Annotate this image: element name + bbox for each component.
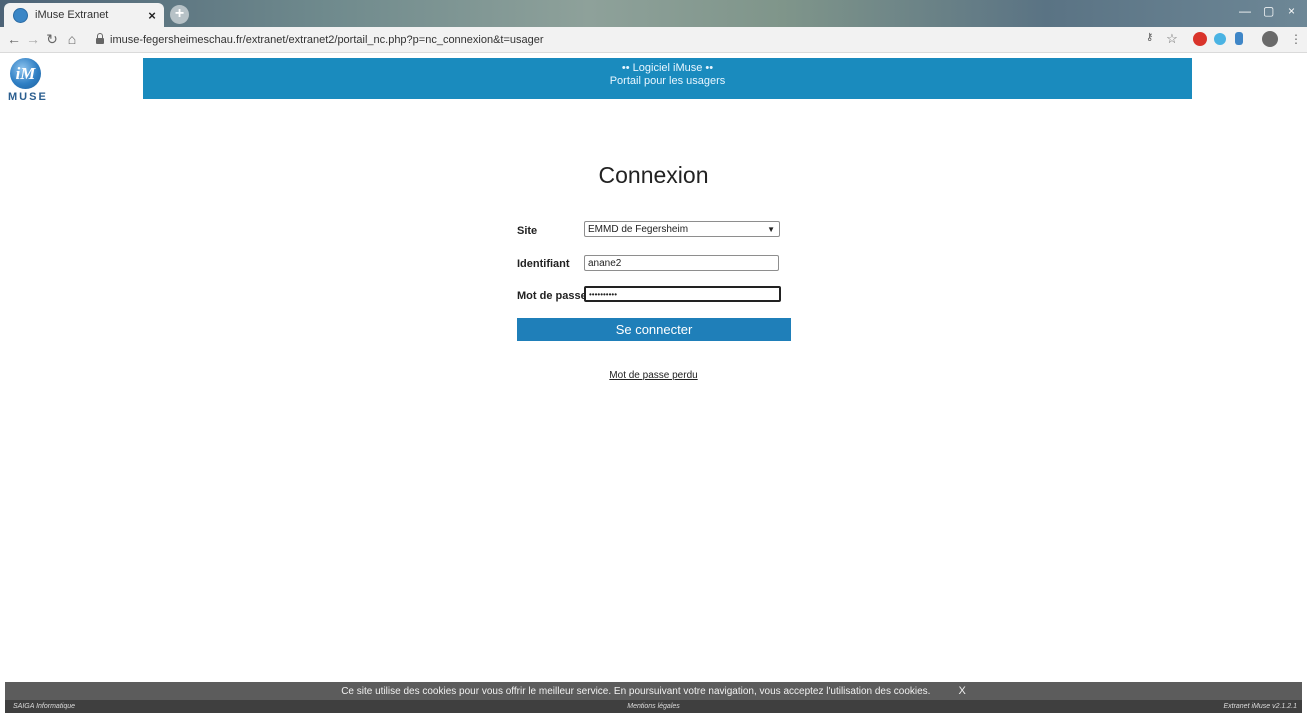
cookie-banner: Ce site utilise des cookies pour vous of…	[5, 682, 1302, 700]
login-button[interactable]: Se connecter	[517, 318, 791, 341]
window-close-icon[interactable]: ×	[1288, 4, 1295, 18]
home-icon[interactable]: ⌂	[64, 31, 80, 47]
chevron-down-icon: ▼	[767, 224, 775, 234]
back-arrow-icon[interactable]: ←	[6, 31, 22, 47]
footer-version: Extranet iMuse v2.1.2.1	[1223, 703, 1297, 710]
cookie-text: Ce site utilise des cookies pour vous of…	[341, 686, 931, 697]
lock-icon	[96, 33, 104, 44]
header-banner: •• Logiciel iMuse •• Portail pour les us…	[143, 58, 1192, 99]
site-label: Site	[517, 225, 538, 237]
imuse-logo-icon: iM	[10, 58, 41, 89]
site-select-value: EMMD de Fegersheim	[588, 223, 689, 235]
address-bar[interactable]: imuse-fegersheimeschau.fr/extranet/extra…	[92, 30, 1132, 49]
password-value: ••••••••••	[589, 289, 618, 299]
browser-toolbar: ← → ↻ ⌂ imuse-fegersheimeschau.fr/extran…	[0, 27, 1307, 53]
key-icon[interactable]: ⚷	[1146, 32, 1153, 43]
tab-close-icon[interactable]: ×	[144, 8, 160, 23]
imuse-logo: iM MUSE	[8, 58, 58, 104]
imuse-favicon-icon	[13, 7, 28, 23]
minimize-icon[interactable]: —	[1239, 4, 1251, 18]
feather-extension-icon[interactable]	[1235, 32, 1243, 45]
login-title: Connexion	[598, 162, 709, 188]
browser-tab[interactable]: iMuse Extranet ×	[4, 3, 164, 27]
profile-avatar-icon[interactable]	[1262, 31, 1278, 47]
banner-title: •• Logiciel iMuse ••	[621, 62, 714, 74]
new-tab-button[interactable]: +	[170, 5, 189, 24]
logo-text: MUSE	[8, 91, 48, 103]
page-footer: SAIGA Informatique Mentions légales Extr…	[5, 700, 1302, 713]
cloud-extension-icon[interactable]	[1214, 33, 1226, 45]
adblock-icon[interactable]	[1193, 32, 1207, 46]
password-input[interactable]: ••••••••••	[584, 286, 781, 302]
identifiant-input[interactable]: anane2	[584, 255, 779, 271]
identifiant-value: anane2	[588, 257, 622, 269]
menu-dots-icon[interactable]: ⋮	[1288, 31, 1304, 47]
reload-icon[interactable]: ↻	[44, 31, 60, 47]
password-label: Mot de passe	[517, 290, 587, 302]
tab-title: iMuse Extranet	[35, 9, 109, 21]
url-text: imuse-fegersheimeschau.fr/extranet/extra…	[110, 33, 544, 46]
banner-subtitle: Portail pour les usagers	[609, 75, 726, 87]
footer-legal-link[interactable]: Mentions légales	[5, 700, 1302, 713]
browser-tab-bar: iMuse Extranet × + — ▢ ×	[0, 0, 1307, 27]
site-select[interactable]: EMMD de Fegersheim ▼	[584, 221, 780, 237]
star-icon[interactable]: ☆	[1164, 31, 1180, 47]
forward-arrow-icon[interactable]: →	[25, 31, 41, 47]
lost-password-link[interactable]: Mot de passe perdu	[0, 370, 1307, 381]
identifiant-label: Identifiant	[517, 258, 570, 270]
cookie-close-button[interactable]: X	[958, 685, 965, 697]
restore-icon[interactable]: ▢	[1263, 4, 1274, 18]
